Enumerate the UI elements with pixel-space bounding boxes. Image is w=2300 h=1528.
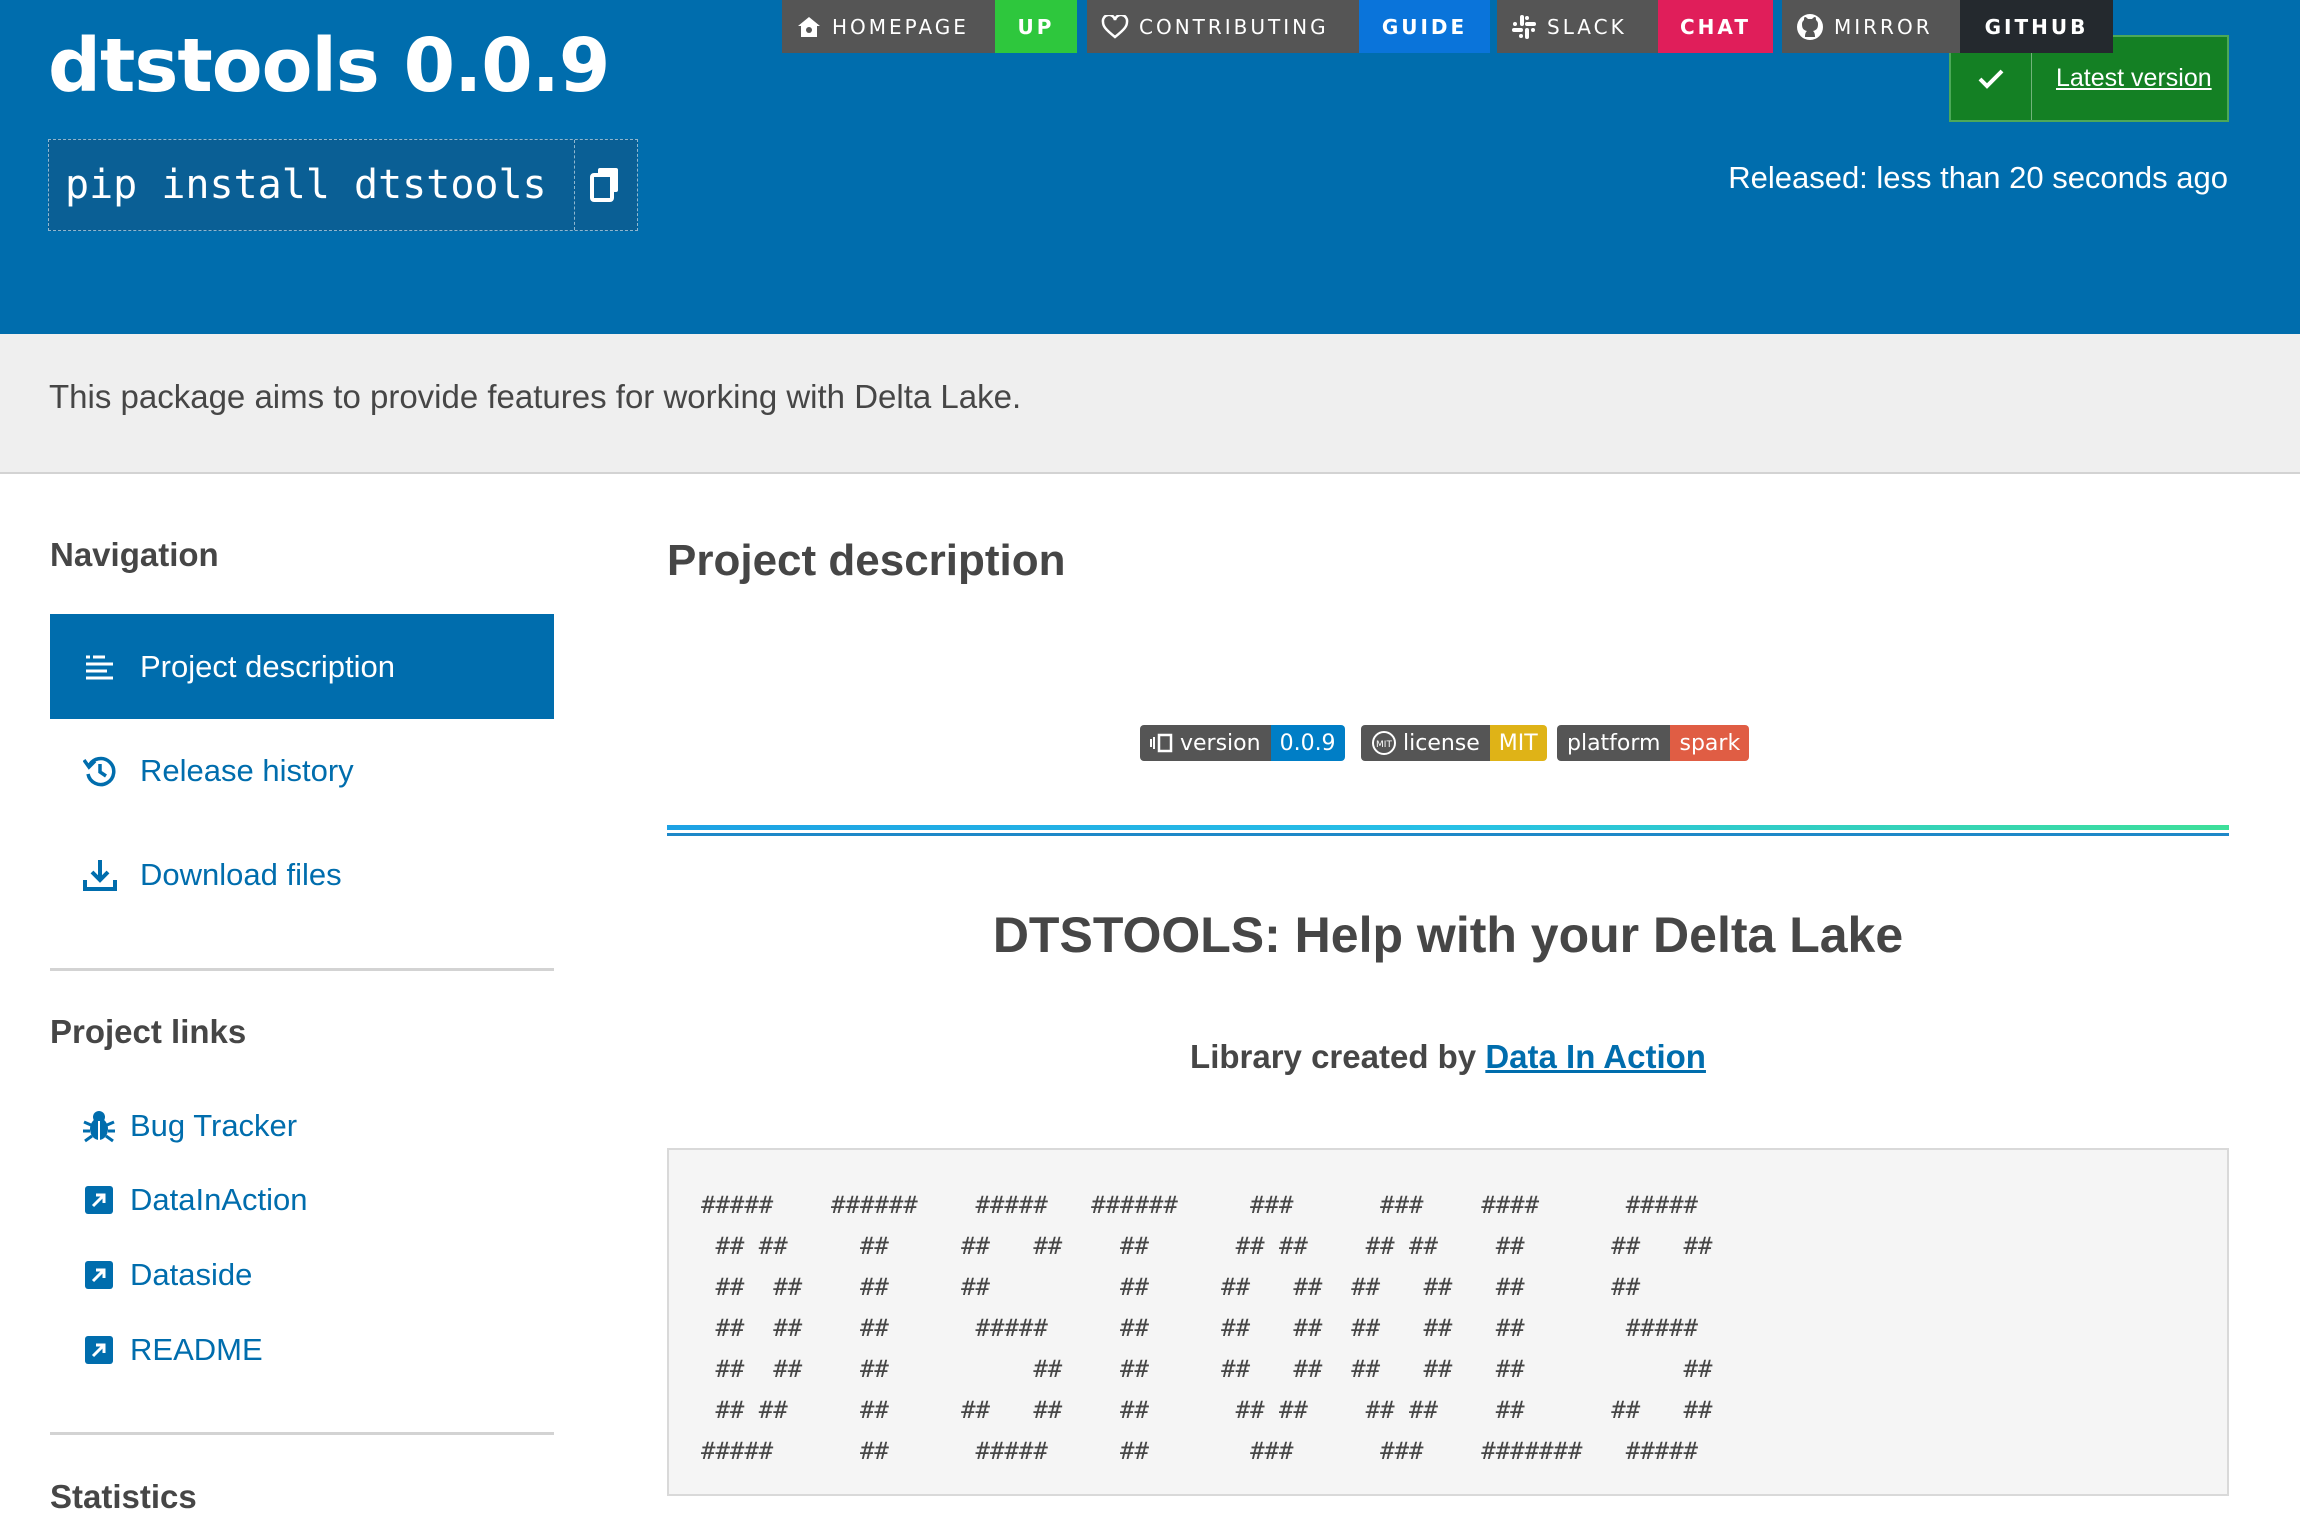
badge-left-label: CONTRIBUTING [1139,14,1329,39]
sidebar-divider [50,968,554,971]
external-link-icon [82,1183,116,1217]
latest-version-link[interactable]: Latest version [2032,64,2212,93]
nav-project-description[interactable]: Project description [50,614,554,719]
badge-homepage[interactable]: HOMEPAGE UP [782,0,1077,53]
badge-right-label: UP [995,0,1077,53]
bug-icon [82,1109,116,1143]
home-icon [798,16,820,37]
data-in-action-link[interactable]: Data In Action [1485,1038,1706,1075]
link-label: DataInAction [130,1182,308,1217]
pip-command[interactable]: pip install dtstools [49,162,574,208]
badge-right-label: GITHUB [1960,0,2113,53]
badge-right-label: 0.0.9 [1270,725,1345,761]
summary-text: This package aims to provide features fo… [49,378,1022,415]
nav-label: Project description [140,648,396,684]
badge-version[interactable]: version 0.0.9 [1140,725,1345,761]
release-date: Released: less than 20 seconds ago [1728,160,2228,195]
blue-divider [667,833,2229,836]
nav-label: Download files [140,856,342,892]
navigation-heading: Navigation [50,536,219,573]
badge-contributing[interactable]: CONTRIBUTING GUIDE [1087,0,1490,53]
history-icon [82,753,118,789]
align-left-icon [82,649,118,685]
link-datainaction[interactable]: DataInAction [82,1182,308,1218]
badge-mirror[interactable]: MIRROR GITHUB [1782,0,2113,53]
gradient-divider [667,825,2229,830]
link-dataside[interactable]: Dataside [82,1257,252,1293]
copy-icon [590,168,619,202]
badge-right-label: MIT [1489,725,1547,761]
nav-release-history[interactable]: Release history [50,718,554,823]
project-description-heading: Project description [667,536,1066,585]
link-readme[interactable]: README [82,1332,263,1368]
ascii-code-block: ##### ###### ##### ###### ### ### #### #… [667,1148,2229,1496]
pip-install-box: pip install dtstools [48,139,638,231]
badge-license[interactable]: MIT license MIT [1361,725,1547,761]
badge-right-label: CHAT [1658,0,1773,53]
package-title: dtstools 0.0.9 [48,23,610,109]
heart-icon [1101,14,1129,39]
package-summary: This package aims to provide features fo… [0,334,2300,474]
nav-label: Release history [140,752,354,788]
ascii-art: ##### ###### ##### ###### ### ### #### #… [701,1191,1713,1465]
library-credit-prefix: Library created by [1190,1038,1477,1075]
badge-left-label: version [1180,730,1261,756]
svg-text:MIT: MIT [1376,740,1392,750]
badge-left-label: MIRROR [1834,14,1933,39]
badge-right-label: GUIDE [1359,0,1490,53]
badge-left-label: SLACK [1547,14,1627,39]
version-icon [1150,733,1173,753]
badge-left-label: license [1403,730,1480,756]
badge-left-label: HOMEPAGE [832,14,969,39]
sidebar-divider [50,1432,554,1435]
github-icon [1797,13,1823,40]
copy-button[interactable] [574,140,637,230]
nav-download-files[interactable]: Download files [50,822,554,927]
external-link-icon [82,1333,116,1367]
mit-icon: MIT [1372,731,1396,755]
badge-left-label: platform [1567,730,1661,756]
link-label: README [130,1332,263,1367]
badge-slack[interactable]: SLACK CHAT [1497,0,1773,53]
badge-right-label: spark [1670,725,1750,761]
statistics-heading: Statistics [50,1478,197,1515]
readme-title: DTSTOOLS: Help with your Delta Lake [992,907,1904,963]
slack-icon [1512,14,1536,39]
external-link-icon [82,1258,116,1292]
project-links-heading: Project links [50,1013,247,1050]
download-icon [82,857,118,893]
library-credit: Library created by Data In Action [667,1038,2229,1076]
badge-platform[interactable]: platform spark [1557,725,1750,761]
link-label: Dataside [130,1257,253,1292]
link-label: Bug Tracker [130,1108,298,1143]
link-bug-tracker[interactable]: Bug Tracker [82,1108,297,1144]
